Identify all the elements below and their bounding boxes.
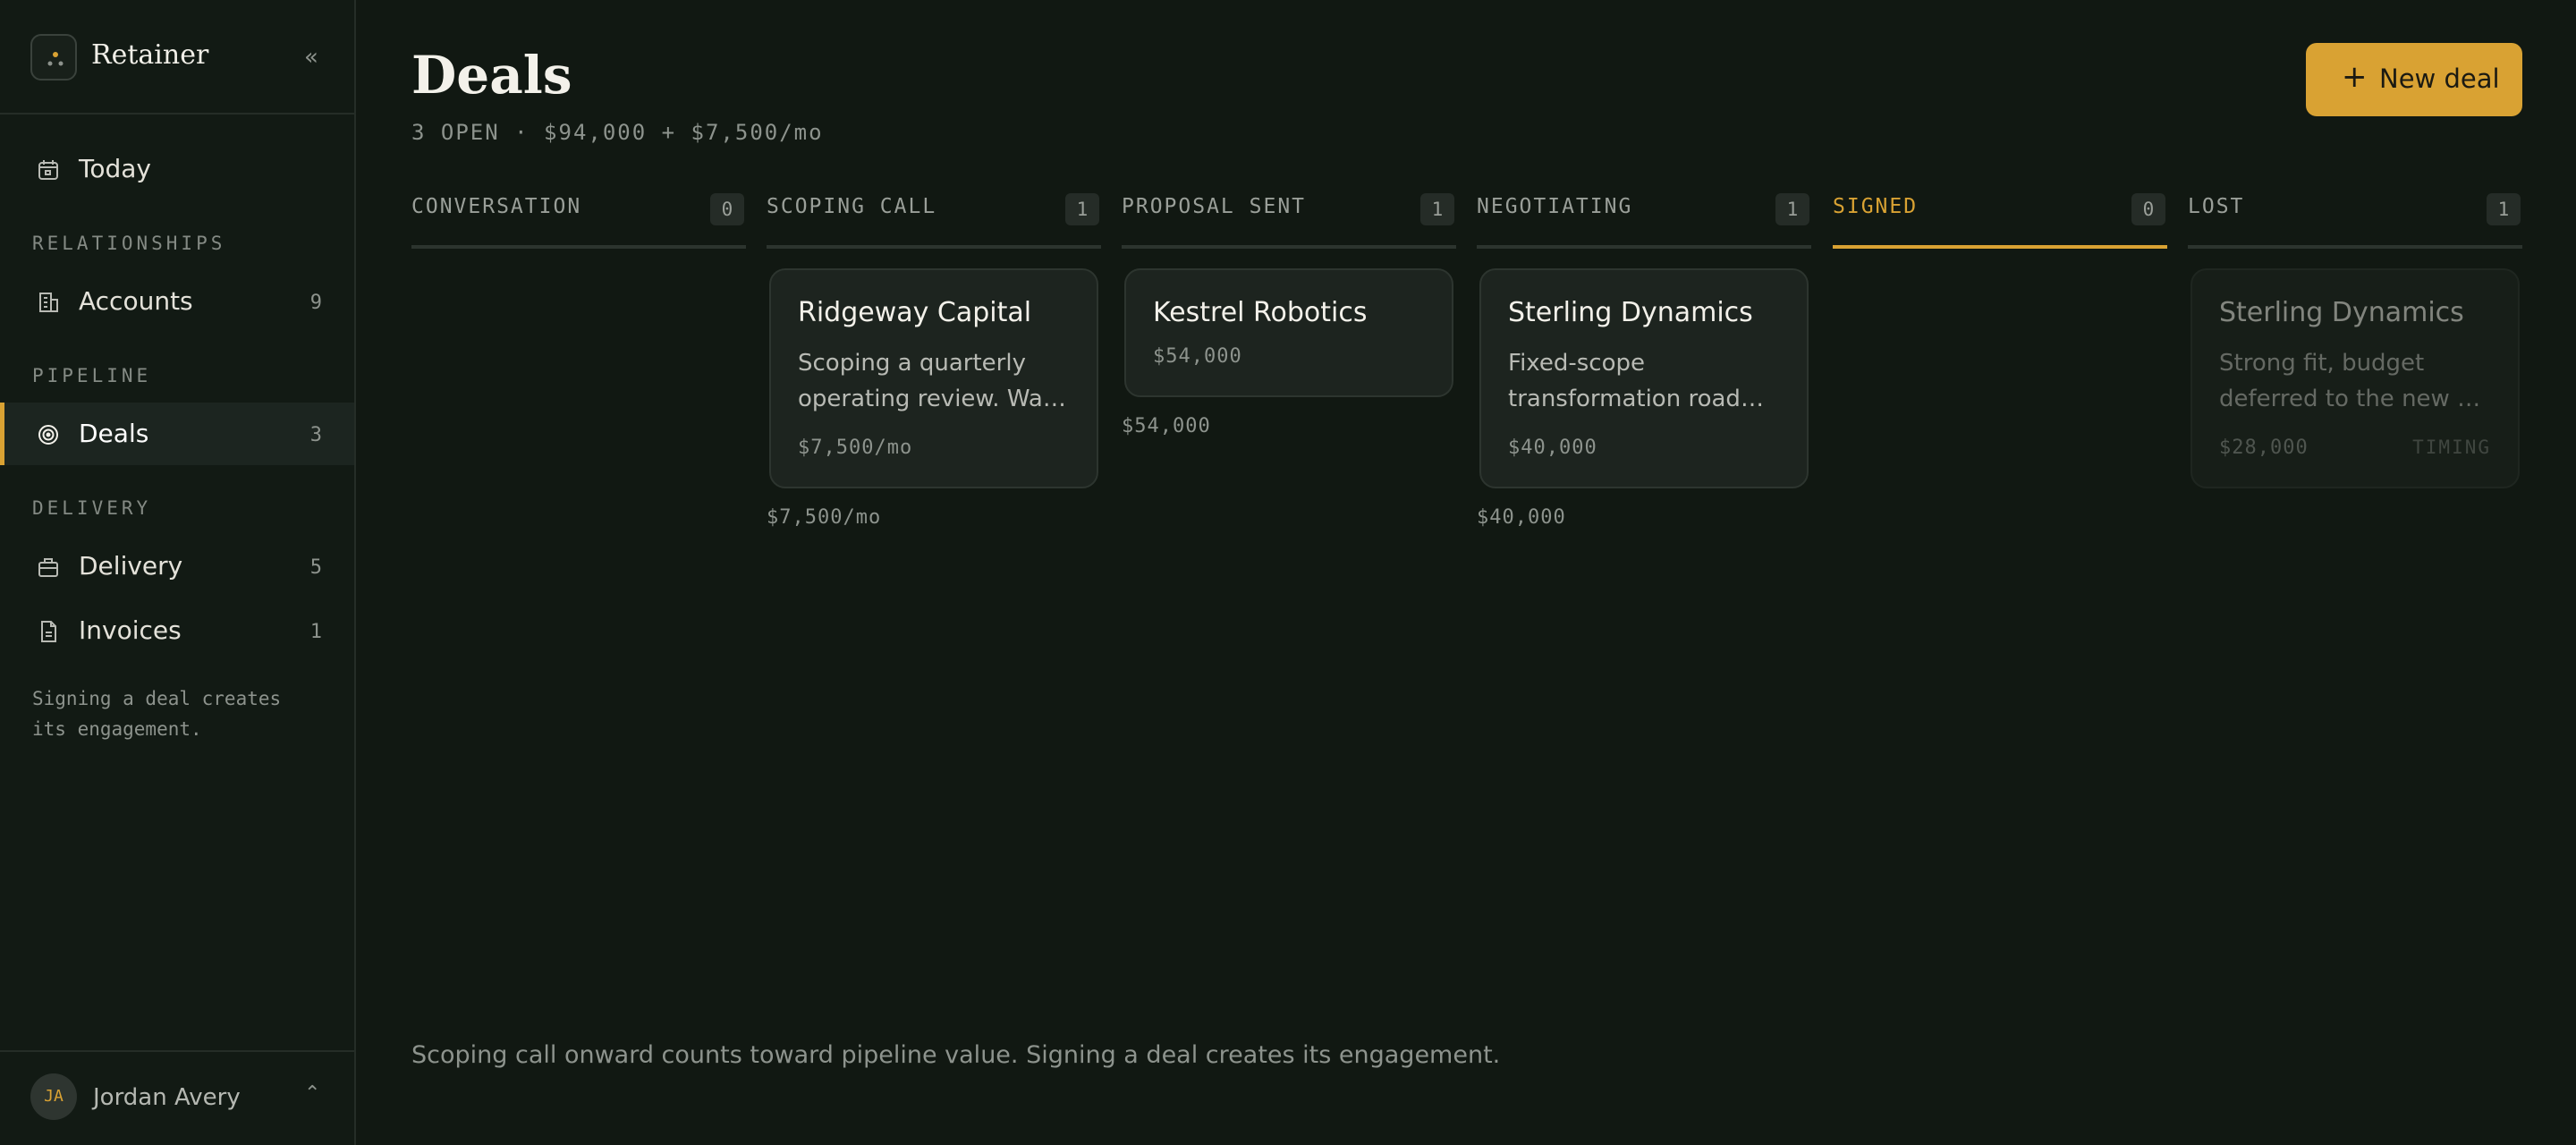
brand-header: Retainer « — [0, 0, 354, 114]
sidebar-item-count: 1 — [309, 621, 322, 643]
logo-icon — [30, 34, 77, 81]
column-header-proposal-sent: PROPOSAL SENT 1 — [1122, 193, 1456, 249]
chevron-up-icon[interactable]: ⌃ — [304, 1082, 320, 1105]
column-count: 0 — [2131, 193, 2165, 225]
sidebar-note-line: its engagement. — [32, 718, 202, 740]
column-total: $40,000 — [1477, 506, 1566, 529]
sidebar-item-label: Deals — [79, 419, 149, 448]
document-icon — [41, 621, 56, 642]
deal-card-sterling-dynamics-lost[interactable]: Sterling Dynamics Strong fit, budget def… — [2190, 268, 2520, 488]
pipeline-summary: 3 OPEN · $94,000 + $7,500/mo — [411, 120, 824, 145]
plus-icon: + — [2342, 59, 2368, 95]
deal-description-line: Strong fit, budget — [2219, 350, 2425, 377]
deal-title: Sterling Dynamics — [1508, 297, 1753, 328]
column-count: 1 — [1065, 193, 1099, 225]
deal-description: Fixed-scope transformation roadmap.… — [1508, 345, 1782, 417]
app-name: Retainer — [91, 39, 209, 71]
column-header-lost: LOST 1 — [2188, 193, 2522, 249]
avatar: JA — [30, 1073, 77, 1120]
deal-card-kestrel-robotics[interactable]: Kestrel Robotics $54,000 — [1124, 268, 1453, 397]
sidebar-item-today[interactable]: Today — [0, 138, 354, 200]
deal-title: Ridgeway Capital — [798, 297, 1032, 328]
column-count: 0 — [710, 193, 744, 225]
deal-description-line: operating review. Warm… — [798, 386, 1072, 412]
page-title: Deals — [411, 45, 572, 106]
sidebar-item-label: Invoices — [79, 615, 182, 645]
sidebar-item-accounts[interactable]: Accounts 9 — [0, 270, 354, 333]
column-name: NEGOTIATING — [1477, 195, 1633, 218]
column-header-scoping-call: SCOPING CALL 1 — [767, 193, 1101, 249]
sidebar: Retainer « Today RELATIONSHIPS Accounts … — [0, 0, 356, 1145]
sidebar-item-count: 9 — [309, 292, 322, 314]
sidebar-item-label: Today — [79, 154, 151, 183]
sidebar-note: Signing a deal creates its engagement. — [32, 683, 318, 744]
column-name: LOST — [2188, 195, 2245, 218]
column-header-conversation: CONVERSATION 0 — [411, 193, 746, 249]
briefcase-icon — [38, 558, 58, 577]
column-header-negotiating: NEGOTIATING 1 — [1477, 193, 1811, 249]
column-header-signed: SIGNED 0 — [1833, 193, 2167, 249]
column-name: CONVERSATION — [411, 195, 582, 218]
column-count: 1 — [1775, 193, 1809, 225]
deal-value: $54,000 — [1153, 345, 1242, 368]
deal-value: $7,500/mo — [798, 437, 913, 459]
deal-description-line: deferred to the new fisca… — [2219, 386, 2493, 412]
sidebar-item-label: Accounts — [79, 286, 193, 316]
sidebar-item-delivery[interactable]: Delivery 5 — [0, 535, 354, 598]
deal-card-sterling-dynamics[interactable]: Sterling Dynamics Fixed-scope transforma… — [1479, 268, 1809, 488]
column-name: SCOPING CALL — [767, 195, 937, 218]
user-name: Jordan Avery — [93, 1084, 241, 1111]
lost-reason-badge: TIMING — [2412, 437, 2491, 458]
deal-description-line: transformation roadmap.… — [1508, 386, 1782, 412]
column-total: $54,000 — [1122, 415, 1211, 437]
new-deal-label: New deal — [2379, 64, 2500, 94]
sidebar-item-invoices[interactable]: Invoices 1 — [0, 599, 354, 662]
collapse-sidebar-icon[interactable]: « — [295, 43, 327, 72]
deal-value: $40,000 — [1508, 437, 1597, 459]
deal-description-line: Fixed-scope — [1508, 350, 1646, 377]
deal-title: Sterling Dynamics — [2219, 297, 2464, 328]
section-label-delivery: DELIVERY — [32, 497, 152, 519]
deal-value: $28,000 — [2219, 437, 2309, 459]
column-count: 1 — [1420, 193, 1454, 225]
deal-title: Kestrel Robotics — [1153, 297, 1368, 328]
sidebar-item-label: Delivery — [79, 551, 183, 581]
column-name: PROPOSAL SENT — [1122, 195, 1307, 218]
column-name: SIGNED — [1833, 195, 1919, 218]
new-deal-button[interactable]: + New deal — [2306, 43, 2522, 116]
deal-description: Scoping a quarterly operating review. Wa… — [798, 345, 1072, 417]
sidebar-item-count: 5 — [309, 556, 322, 579]
column-count: 1 — [2487, 193, 2521, 225]
footer-note: Scoping call onward counts toward pipeli… — [411, 1041, 1501, 1069]
section-label-pipeline: PIPELINE — [32, 365, 152, 386]
target-icon — [38, 425, 58, 445]
building-icon — [39, 293, 58, 312]
deal-description: Strong fit, budget deferred to the new f… — [2219, 345, 2493, 417]
sidebar-item-deals[interactable]: Deals 3 — [0, 403, 354, 465]
deal-description-line: Scoping a quarterly — [798, 350, 1026, 377]
column-total: $7,500/mo — [767, 506, 882, 529]
sidebar-note-line: Signing a deal creates — [32, 688, 282, 709]
calendar-icon — [38, 160, 58, 180]
deal-card-ridgeway-capital[interactable]: Ridgeway Capital Scoping a quarterly ope… — [769, 268, 1098, 488]
user-menu[interactable]: JA Jordan Avery ⌃ — [0, 1050, 354, 1145]
sidebar-item-count: 3 — [309, 424, 322, 446]
section-label-relationships: RELATIONSHIPS — [32, 233, 226, 254]
